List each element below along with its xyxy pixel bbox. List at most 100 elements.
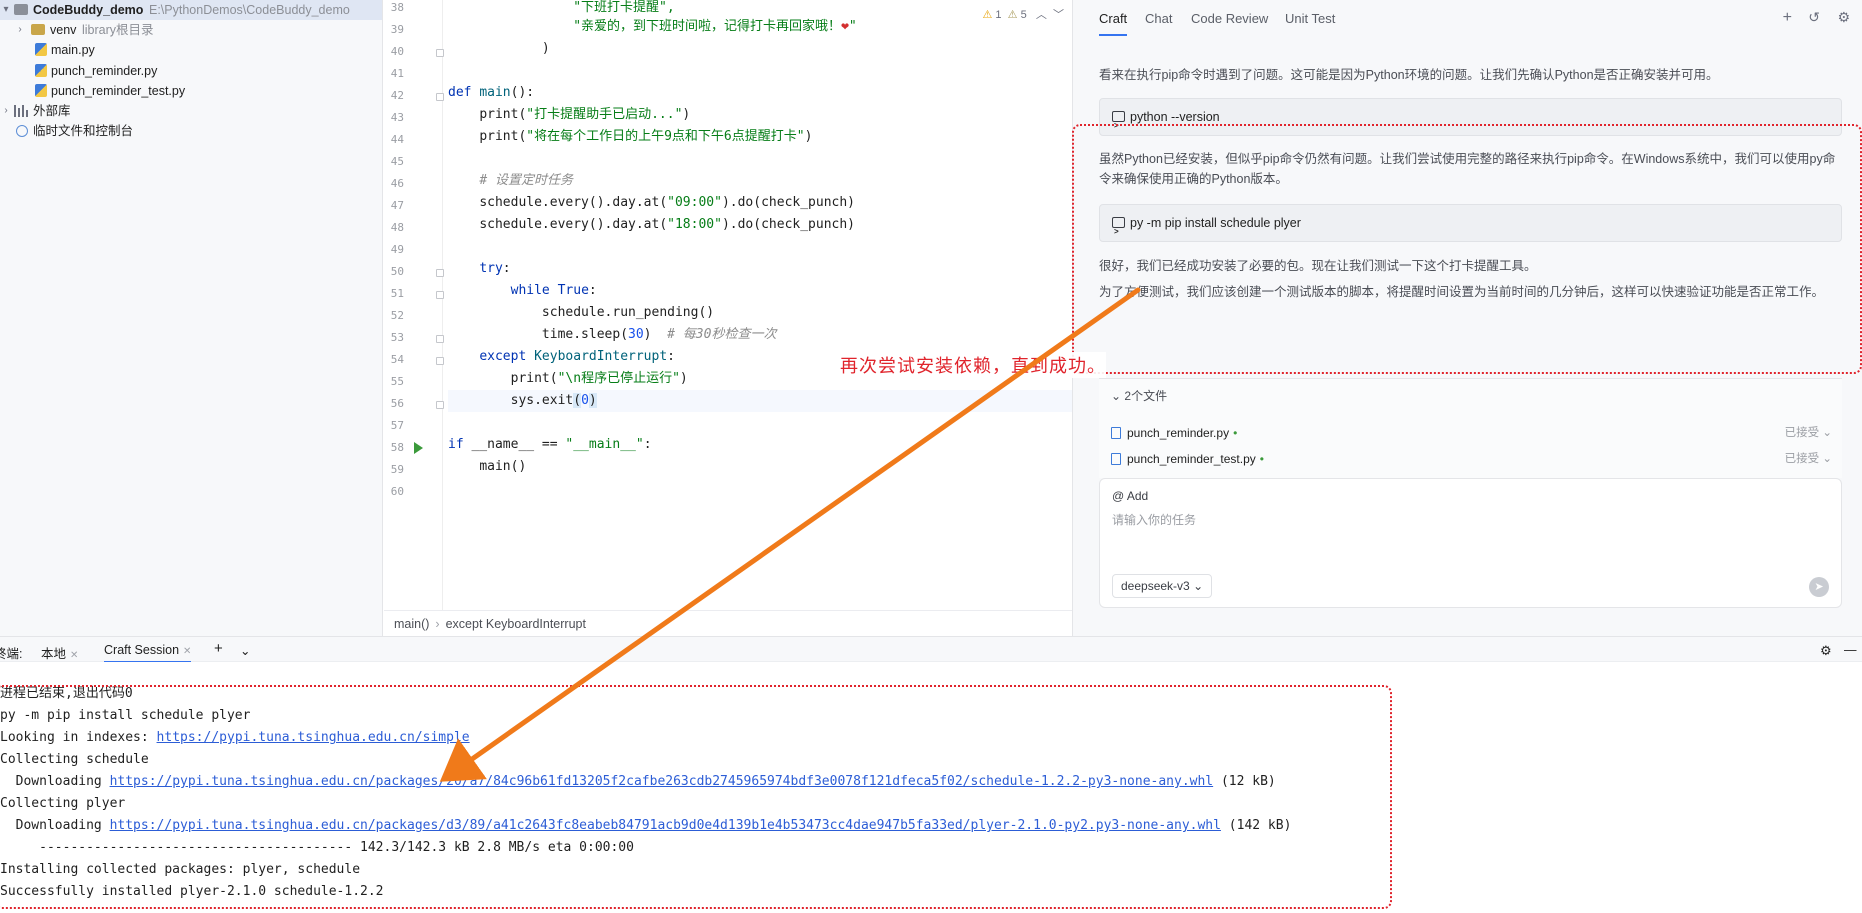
fold-marker-icon[interactable]: [436, 401, 444, 409]
fold-marker-icon[interactable]: [436, 93, 444, 101]
modified-dot: •: [1233, 426, 1238, 440]
terminal-line: Looking in indexes: https://pypi.tuna.ts…: [0, 730, 470, 745]
line-number: 60: [390, 485, 404, 498]
line-number: 56: [390, 397, 404, 410]
changed-file-row[interactable]: punch_reminder_test.py • 已接受 ⌄: [1111, 449, 1832, 469]
command-block[interactable]: py -m pip install schedule plyer: [1099, 204, 1842, 250]
chevron-down-icon: ⌄: [1193, 579, 1204, 593]
tab-unit-test[interactable]: Unit Test: [1285, 11, 1335, 26]
code-line[interactable]: def main():: [448, 82, 1072, 104]
fold-marker-icon[interactable]: [436, 335, 444, 343]
code-line[interactable]: schedule.run_pending(): [448, 302, 1072, 324]
code-line[interactable]: schedule.every().day.at("09:00").do(chec…: [448, 192, 1072, 214]
code-line[interactable]: "亲爱的，到下班时间啦，记得打卡再回家哦！❤": [448, 16, 1072, 38]
chevron-right-icon[interactable]: ›: [15, 20, 25, 40]
terminal-line: Downloading https://pypi.tuna.tsinghua.e…: [0, 774, 1276, 789]
index-link[interactable]: https://pypi.tuna.tsinghua.edu.cn/simple: [157, 730, 470, 745]
code-line[interactable]: time.sleep(30) # 每30秒检查一次: [448, 324, 1072, 346]
fold-marker-icon[interactable]: [436, 291, 444, 299]
tree-item-label: 外部库: [33, 104, 71, 118]
gear-icon[interactable]: ⚙: [1820, 643, 1832, 659]
craft-tab-bar: Craft Chat Code Review Unit Test + ↺ ⚙: [1073, 0, 1862, 38]
history-icon[interactable]: ↺: [1808, 9, 1820, 26]
fold-marker-icon[interactable]: [436, 357, 444, 365]
code-line[interactable]: [448, 60, 1072, 82]
code-line[interactable]: while True:: [448, 280, 1072, 302]
annotation-callout: 再次尝试安装依赖，直到成功。: [840, 352, 1106, 378]
tree-item-scratches[interactable]: 临时文件和控制台: [0, 121, 382, 141]
gear-icon[interactable]: ⚙: [1837, 9, 1850, 26]
assistant-message: 为了方便测试，我们应该创建一个测试版本的脚本，将提醒时间设置为当前时间的几分钟后…: [1099, 285, 1825, 299]
weak-warning-icon: ⚠: [1007, 9, 1018, 21]
schedule-download-link[interactable]: https://pypi.tuna.tsinghua.edu.cn/packag…: [110, 774, 1214, 789]
add-context-button[interactable]: @ Add: [1112, 489, 1148, 503]
editor-gutter: 38 39 40 41 42 43 44 45 46 47 48 49 50 51 52 53 54 55 56 57…: [384, 0, 444, 610]
tree-item-file[interactable]: main.py: [0, 40, 382, 60]
new-tab-plus-icon[interactable]: +: [214, 640, 223, 657]
line-number: 46: [390, 177, 404, 190]
tree-item-venv[interactable]: › venv library根目录: [0, 20, 382, 40]
tab-craft-session[interactable]: Craft Session ✕: [104, 643, 192, 663]
python-file-icon: [35, 43, 47, 56]
terminal-icon: [1112, 214, 1125, 250]
tree-item-external-libs[interactable]: › 外部库: [0, 101, 382, 121]
breadcrumb: main() › except KeyboardInterrupt: [384, 610, 1072, 636]
fold-marker-icon[interactable]: [436, 269, 444, 277]
task-input[interactable]: [1112, 513, 1612, 527]
tree-root-row[interactable]: ▾ CodeBuddy_demo E:\PythonDemos\CodeBudd…: [0, 0, 382, 20]
breadcrumb-separator: ›: [435, 617, 440, 631]
code-line[interactable]: print("将在每个工作日的上午9点和下午6点提醒打卡"): [448, 126, 1072, 148]
line-number: 38: [390, 1, 404, 14]
code-line[interactable]: main(): [448, 456, 1072, 478]
code-line[interactable]: # 设置定时任务: [448, 170, 1072, 192]
tree-item-file[interactable]: punch_reminder.py: [0, 61, 382, 81]
changed-files-card: ⌄ 2个文件 punch_reminder.py • 已接受 ⌄ punch_re…: [1099, 378, 1842, 478]
python-file-icon: [35, 84, 47, 97]
line-number: 40: [390, 45, 404, 58]
chevron-down-icon[interactable]: ▾: [1, 0, 11, 20]
code-line[interactable]: ): [448, 38, 1072, 60]
tab-code-review[interactable]: Code Review: [1191, 11, 1268, 26]
close-icon[interactable]: ✕: [183, 646, 191, 657]
code-line[interactable]: try:: [448, 258, 1072, 280]
inspection-widget[interactable]: ⚠ 1 ⚠ 5 ︿ ﹀: [982, 6, 1064, 22]
breadcrumb-item[interactable]: main(): [394, 617, 429, 631]
code-line[interactable]: if __name__ == "__main__":: [448, 434, 1072, 456]
chevron-down-icon[interactable]: ⌄: [240, 643, 250, 658]
send-button[interactable]: ➤: [1809, 577, 1829, 597]
breadcrumb-item[interactable]: except KeyboardInterrupt: [446, 617, 586, 631]
tree-item-file[interactable]: punch_reminder_test.py: [0, 81, 382, 101]
terminal-line: 进程已结束,退出代码0: [0, 686, 133, 701]
plus-icon[interactable]: +: [1783, 9, 1792, 27]
model-select[interactable]: deepseek-v3 ⌄: [1112, 574, 1213, 598]
line-number: 43: [390, 111, 404, 124]
plyer-download-link[interactable]: https://pypi.tuna.tsinghua.edu.cn/packag…: [110, 818, 1221, 833]
code-line[interactable]: schedule.every().day.at("18:00").do(chec…: [448, 214, 1072, 236]
code-line[interactable]: [448, 478, 1072, 500]
terminal-line: py -m pip install schedule plyer: [0, 708, 251, 723]
code-line[interactable]: [448, 412, 1072, 434]
tab-chat[interactable]: Chat: [1145, 11, 1172, 26]
terminal-output[interactable]: 进程已结束,退出代码0 py -m pip install schedule p…: [0, 662, 1862, 913]
command-block[interactable]: python --version: [1099, 98, 1842, 144]
close-icon[interactable]: ✕: [70, 650, 78, 661]
command-text: python --version: [1130, 110, 1220, 124]
chevron-right-icon[interactable]: ›: [1, 101, 11, 121]
code-line-current[interactable]: sys.exit(0): [448, 390, 1072, 412]
tab-craft[interactable]: Craft: [1099, 11, 1128, 36]
tree-item-label: 临时文件和控制台: [33, 124, 134, 138]
chevron-down-icon[interactable]: ﹀: [1053, 9, 1064, 21]
tab-terminal-local[interactable]: 本地 ✕: [41, 643, 78, 662]
line-number: 39: [390, 23, 404, 36]
files-header[interactable]: ⌄ 2个文件: [1111, 387, 1167, 404]
changed-file-row[interactable]: punch_reminder.py • 已接受 ⌄: [1111, 423, 1832, 443]
code-line[interactable]: [448, 236, 1072, 258]
fold-marker-icon[interactable]: [436, 49, 444, 57]
code-editor[interactable]: 38 39 40 41 42 43 44 45 46 47 48 49 50 51 52 53 54 55 56 57…: [384, 0, 1072, 636]
run-gutter-icon[interactable]: [414, 442, 423, 454]
chevron-up-icon[interactable]: ︿: [1036, 9, 1047, 21]
code-line[interactable]: print("打卡提醒助手已启动..."): [448, 104, 1072, 126]
minimize-icon[interactable]: —: [1844, 643, 1857, 657]
code-line[interactable]: [448, 148, 1072, 170]
project-tree-panel: ▾ CodeBuddy_demo E:\PythonDemos\CodeBudd…: [0, 0, 383, 636]
